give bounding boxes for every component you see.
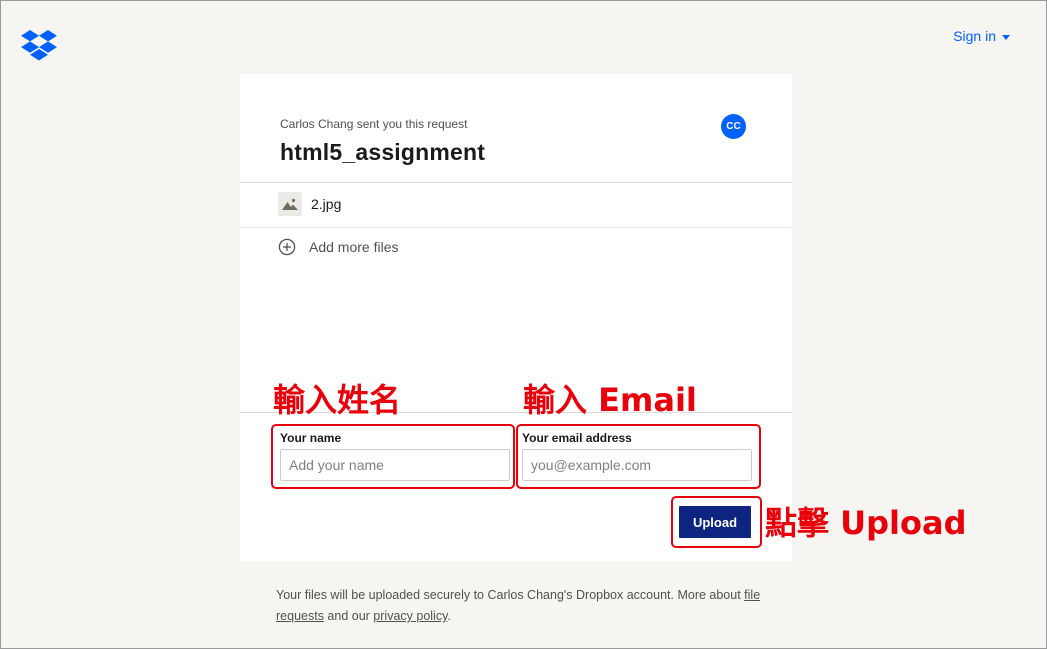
- request-title: html5_assignment: [280, 139, 486, 165]
- file-divider: [240, 227, 792, 228]
- footer-text-middle: and our: [323, 609, 374, 623]
- dropbox-logo-icon[interactable]: [21, 30, 57, 62]
- privacy-policy-link[interactable]: privacy policy: [373, 609, 447, 623]
- footer-notice: Your files will be uploaded securely to …: [276, 585, 766, 627]
- sender-text: Carlos Chang sent you this request: [280, 117, 468, 131]
- add-more-files-button[interactable]: Add more files: [278, 238, 398, 256]
- header-divider: [240, 182, 792, 183]
- upload-button-highlight: [671, 496, 762, 548]
- name-field-highlight: [271, 424, 515, 489]
- sign-in-menu[interactable]: Sign in: [953, 28, 1010, 44]
- click-upload-annotation: 點擊 Upload: [765, 504, 967, 542]
- footer-text-after: .: [447, 609, 451, 623]
- image-icon: [278, 192, 302, 216]
- avatar[interactable]: CC: [721, 114, 746, 139]
- sign-in-label: Sign in: [953, 28, 996, 44]
- enter-email-annotation: 輸入 Email: [523, 381, 697, 419]
- footer-text-before: Your files will be uploaded securely to …: [276, 588, 745, 602]
- file-list-item[interactable]: 2.jpg: [278, 192, 341, 216]
- add-more-files-label: Add more files: [309, 239, 399, 255]
- file-name: 2.jpg: [311, 196, 342, 212]
- caret-down-icon: [1002, 34, 1010, 40]
- plus-circle-icon: [278, 238, 296, 256]
- email-field-highlight: [516, 424, 761, 489]
- enter-name-annotation: 輸入姓名: [273, 381, 402, 419]
